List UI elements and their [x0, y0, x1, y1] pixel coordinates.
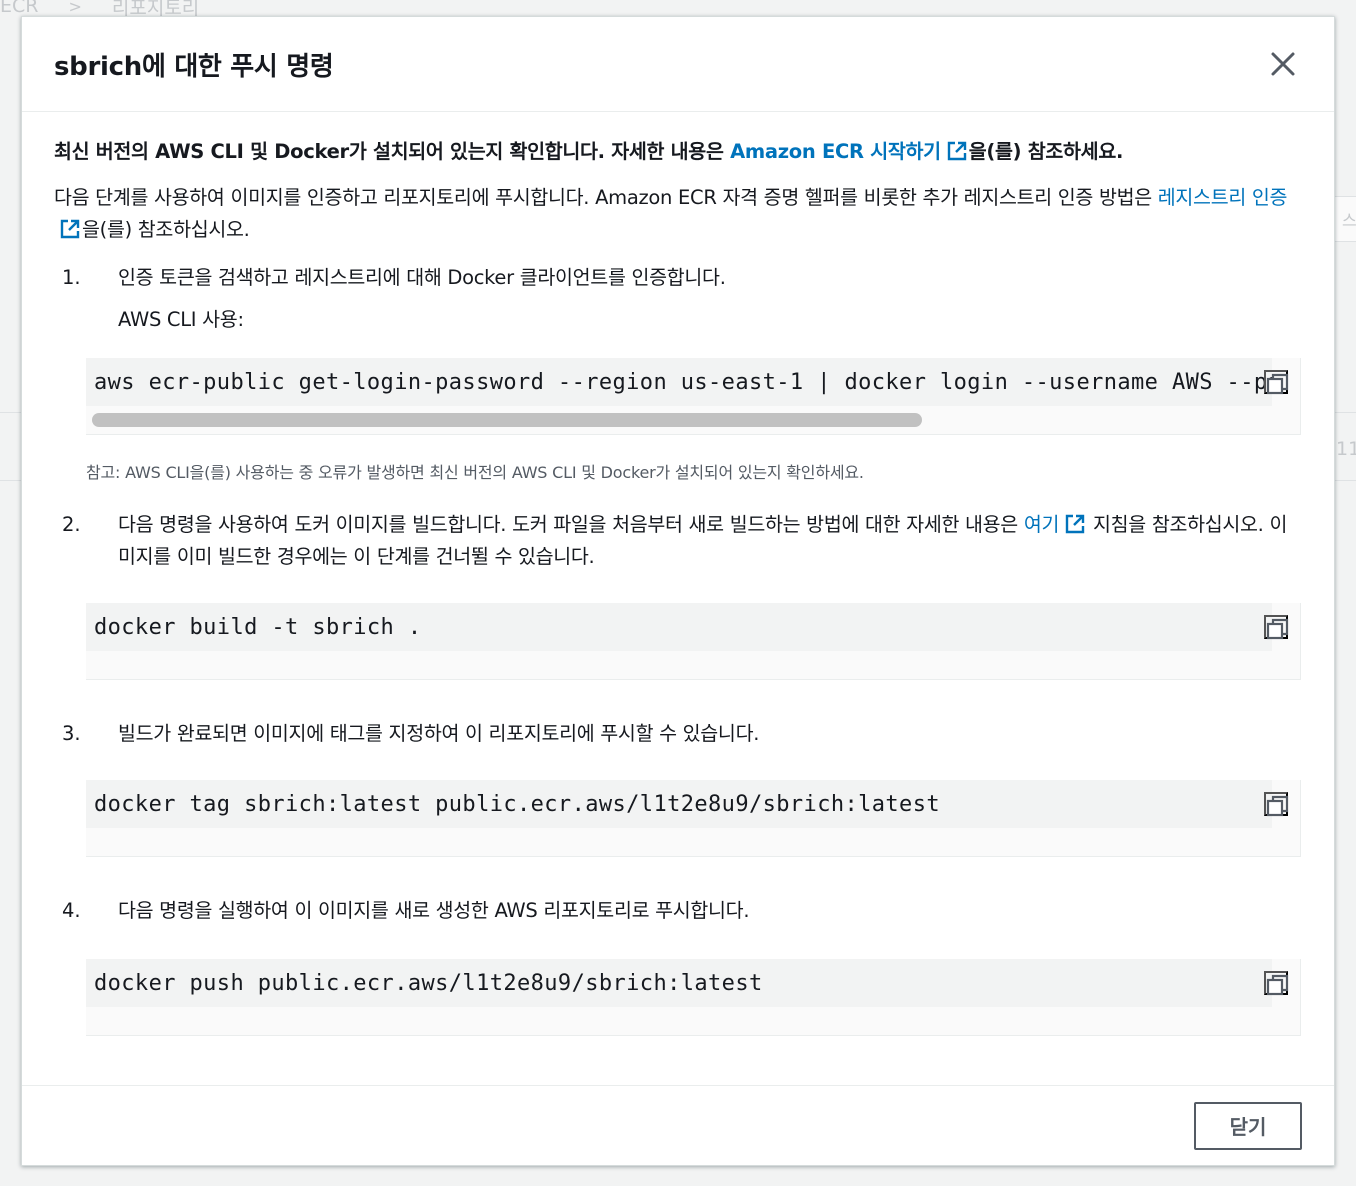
close-icon [1271, 52, 1295, 76]
push-commands-modal: sbrich에 대한 푸시 명령 최신 버전의 AWS CLI 및 Docker… [21, 16, 1335, 1166]
intro-text: 다음 단계를 사용하여 이미지를 인증하고 리포지토리에 푸시합니다. Amaz… [54, 186, 1158, 209]
copy-button[interactable] [1264, 370, 1289, 395]
intro-auth: 다음 단계를 사용하여 이미지를 인증하고 리포지토리에 푸시합니다. Amaz… [54, 182, 1302, 246]
dockerfile-guide-link[interactable]: 여기 [1024, 513, 1087, 536]
modal-body: 최신 버전의 AWS CLI 및 Docker가 설치되어 있는지 확인합니다.… [22, 112, 1334, 1036]
command-area: docker push public.ecr.aws/l1t2e8u9/sbri… [86, 959, 1272, 1007]
modal-header: sbrich에 대한 푸시 명령 [22, 17, 1334, 112]
intro-text: 최신 버전의 AWS CLI 및 Docker가 설치되어 있는지 확인합니다.… [54, 140, 731, 163]
step-2: 2. 다음 명령을 사용하여 도커 이미지를 빌드합니다. 도커 파일을 처음부… [54, 509, 1302, 680]
chevron-right-icon: > [68, 0, 82, 16]
background-breadcrumb-item: ECR [0, 0, 39, 17]
step-description: 빌드가 완료되면 이미지에 태그를 지정하여 이 리포지토리에 푸시할 수 있습… [118, 722, 760, 745]
copy-button[interactable] [1264, 792, 1289, 817]
command-scroll-area[interactable]: aws ecr-public get-login-password --regi… [86, 358, 1272, 406]
step-description: 인증 토큰을 검색하고 레지스트리에 대해 Docker 클라이언트를 인증합니… [118, 266, 726, 289]
link-label: 여기 [1023, 513, 1060, 536]
background-text: 11 [1336, 438, 1356, 460]
background-text: 스 [1342, 211, 1356, 230]
intro-requirements: 최신 버전의 AWS CLI 및 Docker가 설치되어 있는지 확인합니다.… [54, 136, 1302, 168]
login-command[interactable]: aws ecr-public get-login-password --regi… [94, 370, 1272, 395]
step-number: 2. [62, 513, 81, 536]
copy-button[interactable] [1264, 615, 1289, 640]
step-3: 3. 빌드가 완료되면 이미지에 태그를 지정하여 이 리포지토리에 푸시할 수… [54, 718, 1302, 857]
tag-command[interactable]: docker tag sbrich:latest public.ecr.aws/… [94, 792, 940, 817]
steps-list: 1. 인증 토큰을 검색하고 레지스트리에 대해 Docker 클라이언트를 인… [54, 262, 1302, 1036]
link-label: Amazon ECR 시작하기 [730, 140, 941, 163]
build-command[interactable]: docker build -t sbrich . [94, 615, 421, 640]
step-4: 4. 다음 명령을 실행하여 이 이미지를 새로 생성한 AWS 리포지토리로 … [54, 895, 1302, 1036]
step-subheading: AWS CLI 사용: [118, 308, 244, 331]
horizontal-scrollbar[interactable] [86, 406, 1300, 434]
intro-text: 을(를) 참조하십시오. [82, 218, 250, 241]
command-box: docker push public.ecr.aws/l1t2e8u9/sbri… [86, 959, 1301, 1036]
copy-button[interactable] [1264, 971, 1289, 996]
step-number: 3. [62, 722, 81, 745]
push-command[interactable]: docker push public.ecr.aws/l1t2e8u9/sbri… [94, 971, 763, 996]
step-number: 1. [62, 266, 81, 289]
copy-icon [1266, 373, 1289, 395]
modal-footer: 닫기 [22, 1085, 1334, 1165]
ecr-getting-started-link[interactable]: Amazon ECR 시작하기 [730, 140, 969, 163]
command-area: docker tag sbrich:latest public.ecr.aws/… [86, 780, 1272, 828]
modal-title: sbrich에 대한 푸시 명령 [54, 51, 334, 82]
external-link-icon [60, 219, 80, 239]
command-area: docker build -t sbrich . [86, 603, 1272, 651]
copy-icon [1266, 618, 1289, 640]
step-1: 1. 인증 토큰을 검색하고 레지스트리에 대해 Docker 클라이언트를 인… [54, 262, 1302, 485]
link-label: 레지스트리 인증 [1157, 186, 1288, 209]
command-box: docker build -t sbrich . [86, 603, 1301, 680]
scrollbar-thumb[interactable] [92, 413, 922, 427]
external-link-icon [947, 141, 966, 161]
step-description: 다음 명령을 사용하여 도커 이미지를 빌드합니다. 도커 파일을 처음부터 새… [118, 509, 1302, 573]
step-description: 다음 명령을 실행하여 이 이미지를 새로 생성한 AWS 리포지토리로 푸시합… [118, 899, 750, 922]
copy-icon [1266, 795, 1289, 817]
external-link-icon [1065, 514, 1085, 534]
intro-text: 을(를) 참조하세요. [968, 140, 1124, 163]
command-box: docker tag sbrich:latest public.ecr.aws/… [86, 780, 1301, 857]
copy-icon [1266, 974, 1289, 996]
step-number: 4. [62, 899, 81, 922]
command-box: aws ecr-public get-login-password --regi… [86, 358, 1301, 435]
step-text: 다음 명령을 사용하여 도커 이미지를 빌드합니다. 도커 파일을 처음부터 새… [118, 513, 1024, 536]
close-button[interactable] [1270, 51, 1296, 77]
cli-note: 참고: AWS CLI을(를) 사용하는 중 오류가 발생하면 최신 버전의 A… [86, 463, 864, 482]
close-footer-button[interactable]: 닫기 [1194, 1101, 1302, 1150]
